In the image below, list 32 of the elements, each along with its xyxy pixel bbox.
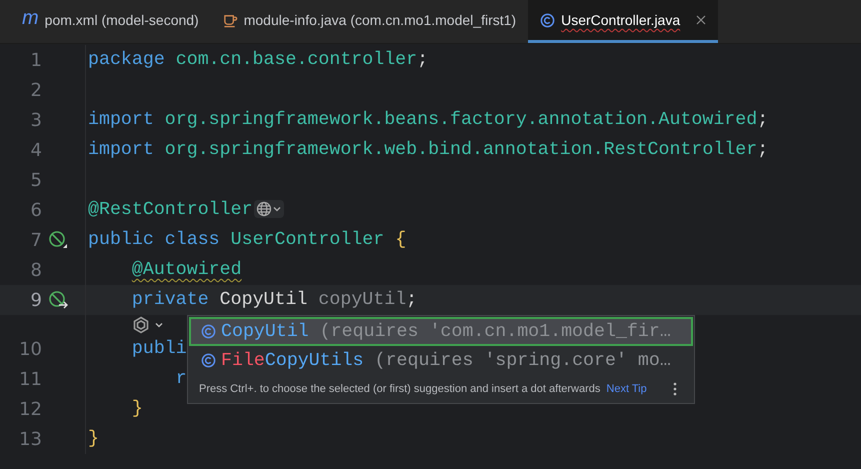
line-number: 13 bbox=[18, 428, 42, 450]
code-line: publi bbox=[130, 339, 187, 359]
code-line: private CopyUtil copyUtil; bbox=[130, 290, 418, 310]
maven-icon: m bbox=[22, 8, 39, 28]
next-tip-link[interactable]: Next Tip bbox=[606, 383, 647, 395]
line-number: 12 bbox=[18, 398, 42, 420]
line-number: 7 bbox=[30, 230, 42, 250]
code-line: import org.springframework.beans.factory.annotation.Autowired; bbox=[87, 110, 768, 130]
code-line: package com.cn.base.controller; bbox=[87, 50, 428, 70]
file-tab[interactable]: m pom.xml (model-second) bbox=[10, 0, 211, 43]
code-line: } bbox=[130, 399, 143, 419]
line-number: 1 bbox=[30, 50, 42, 70]
line-number: 10 bbox=[18, 338, 42, 360]
line-number: 5 bbox=[30, 170, 42, 190]
file-tab[interactable]: module-info.java (com.cn.mo1.model_first1) bbox=[210, 0, 528, 43]
code-line: @RestController bbox=[86, 200, 284, 220]
hint-text: Press Ctrl+. to choose the selected (or first) suggestion and insert a dot afterwards bbox=[199, 383, 600, 395]
line-number: 4 bbox=[30, 140, 42, 160]
line-number: 6 bbox=[30, 200, 42, 220]
code-line: r bbox=[174, 369, 187, 389]
file-tab[interactable]: UserController.java bbox=[528, 0, 718, 43]
completion-item[interactable]: CopyUtil (requires 'com.cn.mo1.model_fir… bbox=[189, 317, 693, 346]
code-line: public class UserController { bbox=[87, 230, 406, 250]
code-line: @Autowired bbox=[130, 260, 242, 280]
line-number: 2 bbox=[30, 80, 42, 100]
code-line: import org.springframework.web.bind.annotation.RestController; bbox=[87, 140, 768, 160]
code-line: } bbox=[87, 429, 99, 449]
line-number: 8 bbox=[30, 260, 42, 280]
line-number: 3 bbox=[30, 110, 42, 130]
line-number: 11 bbox=[18, 368, 42, 390]
line-number: 9 bbox=[30, 290, 42, 310]
completion-item[interactable]: FileCopyUtils (requires 'spring.core' mo… bbox=[189, 346, 693, 375]
